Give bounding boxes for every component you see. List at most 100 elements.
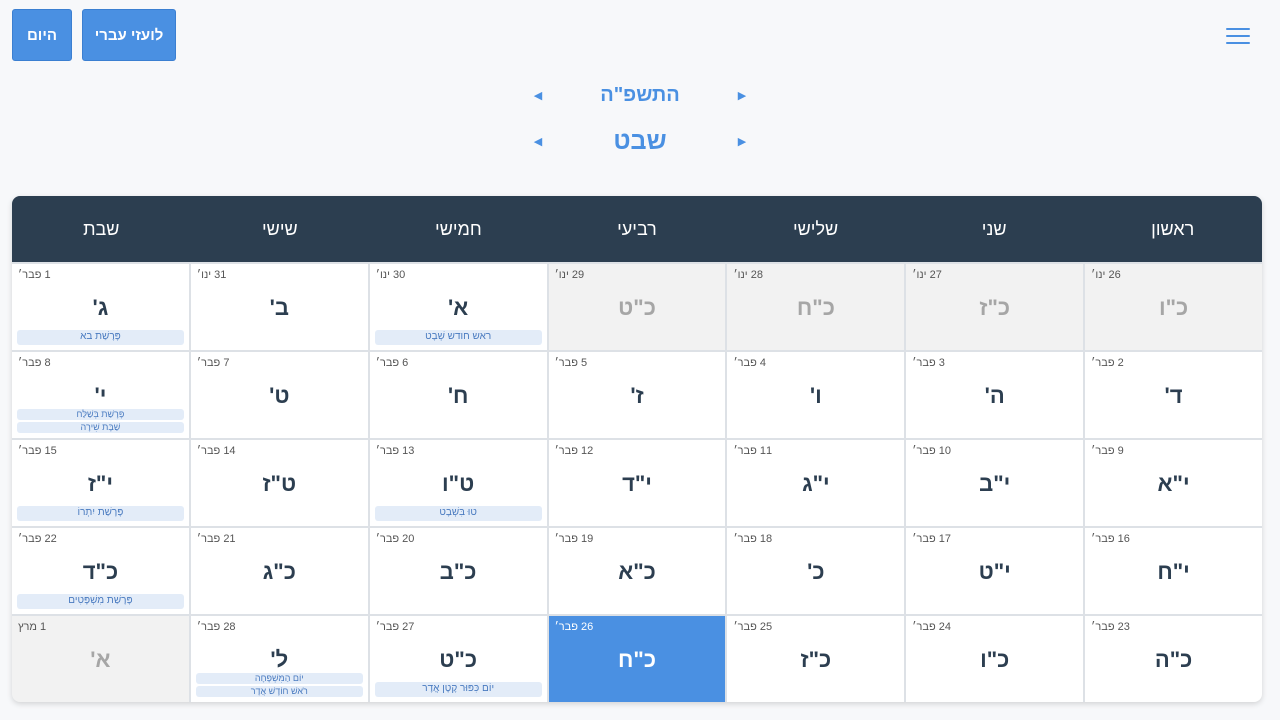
gregorian-date: 26 פבר׳ <box>554 621 594 633</box>
gregorian-date: 1 פבר׳ <box>18 269 51 281</box>
hebrew-date: ה' <box>984 383 1005 408</box>
calendar-day[interactable]: 10 פבר׳ י"ב <box>906 440 1084 526</box>
calendar-day[interactable]: 1 מרץ א' <box>12 616 189 702</box>
year-next-arrow-icon[interactable]: ▶ <box>734 89 750 102</box>
calendar-day[interactable]: 30 ינו׳ א' ראש חודש שְׁבָט <box>369 264 547 350</box>
calendar-day[interactable]: 3 פבר׳ ה' <box>906 352 1084 438</box>
event-list: פָּרָשַׁת יִתְרוֹ <box>17 506 184 521</box>
hebrew-date: י' <box>94 383 107 408</box>
hebrew-date: כ"ז <box>800 647 832 672</box>
event-badge[interactable]: פָּרָשַׁת בא <box>17 330 184 345</box>
calendar-day[interactable]: 9 פבר׳ י"א <box>1085 440 1262 526</box>
gregorian-date: 27 פבר׳ <box>375 621 415 633</box>
gregorian-date: 4 פבר׳ <box>733 357 767 369</box>
event-list: יוֹם כִּפּוּר קָטָן אֲדָר <box>374 682 542 697</box>
calendar-day[interactable]: 22 פבר׳ כ"ד פָּרָשַׁת מִשְׁפָּטִים <box>12 528 189 614</box>
hebrew-date: י"ח <box>1157 559 1190 584</box>
event-list: פָּרָשַׁת מִשְׁפָּטִים <box>17 594 184 609</box>
gregorian-date: 7 פבר׳ <box>196 357 230 369</box>
hebrew-date: ט' <box>269 383 290 408</box>
gregorian-date: 29 ינו׳ <box>554 269 585 281</box>
calendar-day[interactable]: 2 פבר׳ ד' <box>1085 352 1262 438</box>
weekday-thursday: חמישי <box>435 218 482 239</box>
calendar-day-today[interactable]: 26 פבר׳ כ"ח <box>548 616 726 702</box>
event-badge[interactable]: שַׁבָּת שִׁירָה <box>17 422 184 433</box>
weekday-header: ראשון שני שלישי רביעי חמישי שישי שבת <box>12 196 1262 262</box>
gregorian-date: 1 מרץ <box>18 621 47 633</box>
year-prev-arrow-icon[interactable]: ◀ <box>530 89 546 102</box>
event-list: יוֹם הַמִּשְׁפָּחָה רֹאשׁ חוֹדֶשׁ אֲדָר <box>195 673 363 697</box>
calendar-day[interactable]: 12 פבר׳ י"ד <box>548 440 726 526</box>
hebrew-date: כ"ח <box>618 647 657 672</box>
gregorian-date: 14 פבר׳ <box>196 445 236 457</box>
hebrew-date: כ"ו <box>980 647 1010 672</box>
gregorian-date: 24 פבר׳ <box>912 621 951 633</box>
calendar-day[interactable]: 24 פבר׳ כ"ו <box>906 616 1084 702</box>
calendar-day[interactable]: 23 פבר׳ כ"ה <box>1085 616 1262 702</box>
gregorian-date: 27 ינו׳ <box>912 269 942 281</box>
menu-line <box>1226 42 1250 44</box>
weekday-monday: שני <box>981 218 1007 239</box>
calendar-day[interactable]: 16 פבר׳ י"ח <box>1085 528 1262 614</box>
event-list: ראש חודש שְׁבָט <box>374 330 542 345</box>
calendar-day[interactable]: 15 פבר׳ י"ז פָּרָשַׁת יִתְרוֹ <box>12 440 189 526</box>
event-badge[interactable]: יוֹם הַמִּשְׁפָּחָה <box>195 673 363 684</box>
calendar-day[interactable]: 25 פבר׳ כ"ז <box>727 616 905 702</box>
hebrew-date: כ"ט <box>439 647 478 672</box>
calendar-day[interactable]: 18 פבר׳ כ' <box>727 528 905 614</box>
calendar-day[interactable]: 4 פבר׳ ו' <box>727 352 905 438</box>
hebrew-date: כ"ז <box>979 295 1011 320</box>
calendar-day[interactable]: 5 פבר׳ ז' <box>548 352 726 438</box>
hamburger-menu-icon[interactable] <box>1226 22 1250 50</box>
today-button[interactable]: היום <box>12 9 72 61</box>
calendar-day[interactable]: 6 פבר׳ ח' <box>369 352 547 438</box>
calendar-day[interactable]: 29 ינו׳ כ"ט <box>548 264 726 350</box>
calendar-day[interactable]: 14 פבר׳ ט"ז <box>190 440 368 526</box>
calendar-day[interactable]: 27 ינו׳ כ"ז <box>906 264 1084 350</box>
gregorian-date: 21 פבר׳ <box>196 533 236 545</box>
calendar-day[interactable]: 7 פבר׳ ט' <box>190 352 368 438</box>
gregorian-date: 10 פבר׳ <box>912 445 951 457</box>
calendar-toggle-button[interactable]: לועזי עברי <box>82 9 176 61</box>
calendar-day[interactable]: 21 פבר׳ כ"ג <box>190 528 368 614</box>
calendar-day[interactable]: 19 פבר׳ כ"א <box>548 528 726 614</box>
hebrew-date: י"ז <box>87 471 113 496</box>
calendar-day[interactable]: 28 פבר׳ ל' יוֹם הַמִּשְׁפָּחָה רֹאשׁ חוֹדֶש… <box>190 616 368 702</box>
gregorian-date: 23 פבר׳ <box>1091 621 1130 633</box>
hebrew-date: כ"ד <box>82 559 119 584</box>
event-badge[interactable]: פָּרָשַׁת מִשְׁפָּטִים <box>17 594 184 609</box>
gregorian-date: 13 פבר׳ <box>375 445 415 457</box>
year-navigator: ◀ התשפ"ה ▶ <box>530 80 750 110</box>
calendar-day[interactable]: 20 פבר׳ כ"ב <box>369 528 547 614</box>
month-next-arrow-icon[interactable]: ▶ <box>734 135 750 148</box>
event-badge[interactable]: טוּ בִּשְׁבָט <box>374 506 542 521</box>
gregorian-date: 15 פבר׳ <box>18 445 57 457</box>
gregorian-date: 19 פבר׳ <box>554 533 594 545</box>
weekday-saturday: שבת <box>83 218 120 239</box>
hebrew-date: כ"א <box>618 559 656 584</box>
hebrew-date: י"א <box>1157 471 1190 496</box>
calendar-day[interactable]: 1 פבר׳ ג' פָּרָשַׁת בא <box>12 264 189 350</box>
event-badge[interactable]: ראש חודש שְׁבָט <box>374 330 542 345</box>
calendar-day[interactable]: 26 ינו׳ כ"ו <box>1085 264 1262 350</box>
event-badge[interactable]: רֹאשׁ חוֹדֶשׁ אֲדָר <box>195 686 363 697</box>
month-prev-arrow-icon[interactable]: ◀ <box>530 135 546 148</box>
calendar-day[interactable]: 13 פבר׳ ט"ו טוּ בִּשְׁבָט <box>369 440 547 526</box>
event-badge[interactable]: פָּרָשַׁת בְּשַׁלַּח <box>17 409 184 420</box>
menu-line <box>1226 35 1250 37</box>
calendar-day[interactable]: 28 ינו׳ כ"ח <box>727 264 905 350</box>
calendar-grid: 26 ינו׳ כ"ו 27 ינו׳ כ"ז 28 ינו׳ כ"ח 29 ינו׳ כ"ט… <box>12 262 1262 702</box>
calendar-day[interactable]: 17 פבר׳ י"ט <box>906 528 1084 614</box>
calendar-day[interactable]: 31 ינו׳ ב' <box>190 264 368 350</box>
event-badge[interactable]: פָּרָשַׁת יִתְרוֹ <box>17 506 184 521</box>
gregorian-date: 5 פבר׳ <box>554 357 588 369</box>
hebrew-date: כ"ט <box>618 295 656 320</box>
event-badge[interactable]: יוֹם כִּפּוּר קָטָן אֲדָר <box>374 682 542 697</box>
month-navigator: ◀ שבט ▶ <box>530 126 750 156</box>
gregorian-date: 3 פבר׳ <box>912 357 945 369</box>
calendar-day[interactable]: 11 פבר׳ י"ג <box>727 440 905 526</box>
calendar-day[interactable]: 27 פבר׳ כ"ט יוֹם כִּפּוּר קָטָן אֲדָר <box>369 616 547 702</box>
gregorian-date: 6 פבר׳ <box>375 357 409 369</box>
hebrew-date: א' <box>448 295 469 320</box>
calendar-day[interactable]: 8 פבר׳ י' פָּרָשַׁת בְּשַׁלַּח שַׁבָּת שִׁי… <box>12 352 189 438</box>
